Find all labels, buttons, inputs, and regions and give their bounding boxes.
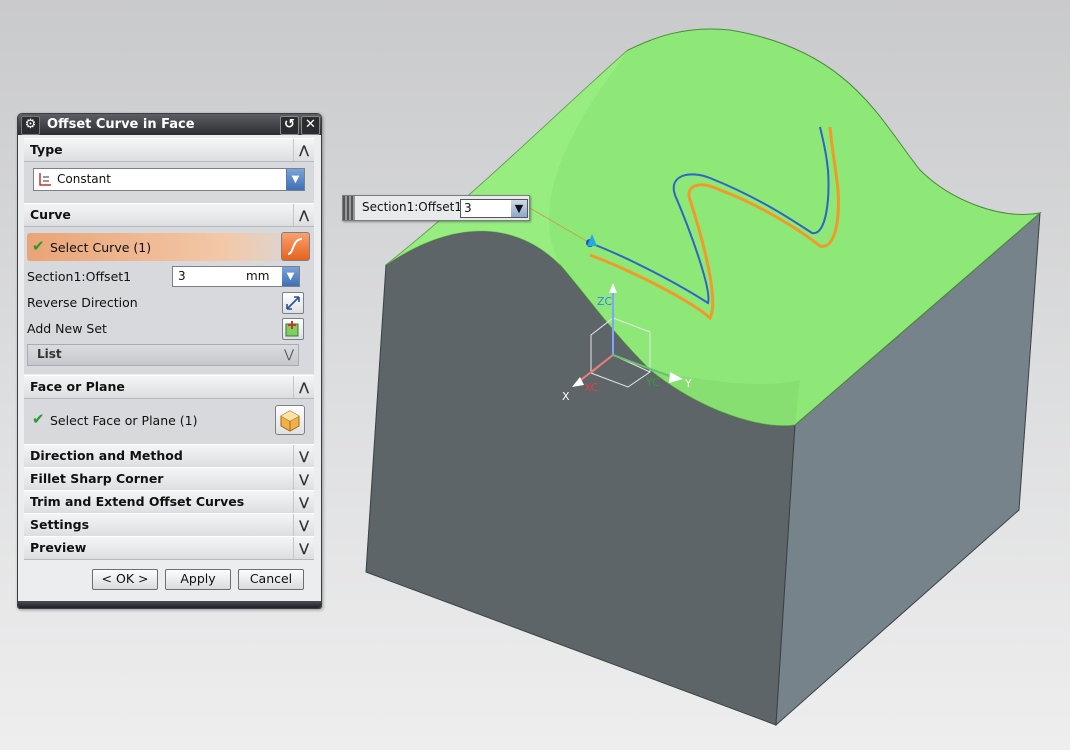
offset-value: 3: [178, 269, 186, 283]
gear-icon[interactable]: ⚙: [21, 116, 40, 135]
chevron-down-icon[interactable]: ⋁: [293, 491, 314, 513]
check-icon: ✔: [32, 237, 45, 255]
curve-icon: [287, 238, 303, 255]
section-curve-body: ✔ Select Curve (1) Section1:Offset1 3 mm…: [24, 227, 314, 374]
list-label: List: [37, 347, 62, 361]
section-settings-header[interactable]: Settings ⋁: [24, 513, 314, 537]
floating-offset-value: 3: [464, 201, 472, 215]
section-fillet-sharp-corner-header[interactable]: Fillet Sharp Corner ⋁: [24, 467, 314, 491]
section-title: Settings: [30, 517, 90, 532]
floating-offset-input[interactable]: 3 ▼: [460, 199, 528, 218]
add-new-set-button[interactable]: [282, 318, 304, 340]
chevron-up-icon[interactable]: ⋀: [293, 376, 314, 398]
dialog-title: Offset Curve in Face: [47, 117, 195, 132]
section-type-header[interactable]: Type ⋀: [24, 138, 314, 162]
add-new-set-label: Add New Set: [27, 321, 107, 336]
check-icon: ✔: [32, 410, 45, 428]
xc-label: XC: [584, 381, 599, 394]
zc-label: ZC: [597, 295, 613, 308]
section-face-title: Face or Plane: [30, 379, 125, 394]
chevron-down-icon[interactable]: ⋁: [293, 514, 314, 536]
type-dropdown-value: Constant: [57, 172, 111, 186]
section-face-body: ✔ Select Face or Plane (1): [24, 399, 314, 444]
chevron-down-icon[interactable]: ⋁: [293, 445, 314, 467]
chevron-down-icon[interactable]: ⋁: [284, 347, 294, 361]
ok-button[interactable]: < OK >: [92, 569, 158, 590]
reverse-direction-icon: [286, 296, 300, 310]
chevron-down-icon[interactable]: ▼: [286, 169, 304, 190]
section-title: Direction and Method: [30, 448, 183, 463]
dialog-bottom-bar: [18, 601, 321, 608]
select-face-row[interactable]: ✔ Select Face or Plane (1): [27, 407, 310, 435]
dropdown-arrow-icon[interactable]: ▼: [511, 200, 527, 217]
section-trim-extend-header[interactable]: Trim and Extend Offset Curves ⋁: [24, 490, 314, 514]
section-title: Preview: [30, 540, 87, 555]
constant-type-icon: [39, 173, 51, 186]
apply-button[interactable]: Apply: [165, 569, 231, 590]
list-header[interactable]: List ⋁: [27, 344, 299, 366]
select-curve-row[interactable]: ✔ Select Curve (1): [27, 233, 310, 261]
section-direction-method-header[interactable]: Direction and Method ⋁: [24, 444, 314, 468]
chevron-down-icon[interactable]: ⋁: [293, 468, 314, 490]
section-curve-header[interactable]: Curve ⋀: [24, 203, 314, 227]
chevron-up-icon[interactable]: ⋀: [293, 139, 314, 161]
offset-curve-dialog: ⚙ Offset Curve in Face ↺ ✕ Type ⋀ Consta…: [17, 113, 322, 609]
reset-icon[interactable]: ↺: [280, 116, 299, 135]
select-curve-button[interactable]: [281, 232, 310, 261]
cube-icon: [280, 410, 300, 432]
select-curve-label: Select Curve (1): [50, 240, 152, 255]
section-title: Fillet Sharp Corner: [30, 471, 164, 486]
section-face-header[interactable]: Face or Plane ⋀: [24, 375, 314, 399]
add-set-icon: [285, 321, 299, 337]
y-label: Y: [684, 377, 692, 390]
type-dropdown[interactable]: Constant ▼: [33, 168, 305, 191]
chevron-down-icon[interactable]: ⋁: [293, 537, 314, 559]
floating-offset-field[interactable]: Section1:Offset1 3 ▼: [342, 195, 530, 221]
offset-unit: mm: [246, 269, 270, 283]
section-title: Trim and Extend Offset Curves: [30, 494, 245, 509]
dialog-titlebar[interactable]: ⚙ Offset Curve in Face ↺ ✕: [18, 114, 321, 135]
offset-input[interactable]: 3 mm ▼: [172, 266, 300, 287]
select-face-label: Select Face or Plane (1): [50, 413, 198, 428]
offset-label: Section1:Offset1: [27, 269, 132, 284]
section-curve-title: Curve: [30, 207, 71, 222]
section-type-body: Constant ▼: [24, 162, 314, 204]
yc-label: YC: [645, 376, 660, 389]
cancel-button[interactable]: Cancel: [238, 569, 304, 590]
reverse-direction-label: Reverse Direction: [27, 295, 138, 310]
chevron-up-icon[interactable]: ⋀: [293, 204, 314, 226]
reverse-direction-button[interactable]: [282, 292, 304, 314]
close-icon[interactable]: ✕: [301, 116, 320, 135]
drag-handle[interactable]: [343, 196, 355, 220]
select-face-button[interactable]: [275, 405, 305, 435]
unit-dropdown-icon[interactable]: ▼: [282, 267, 299, 286]
section-type-title: Type: [30, 142, 63, 157]
x-label: X: [562, 390, 570, 403]
section-preview-header[interactable]: Preview ⋁: [24, 536, 314, 560]
floating-offset-label: Section1:Offset1: [362, 200, 462, 214]
